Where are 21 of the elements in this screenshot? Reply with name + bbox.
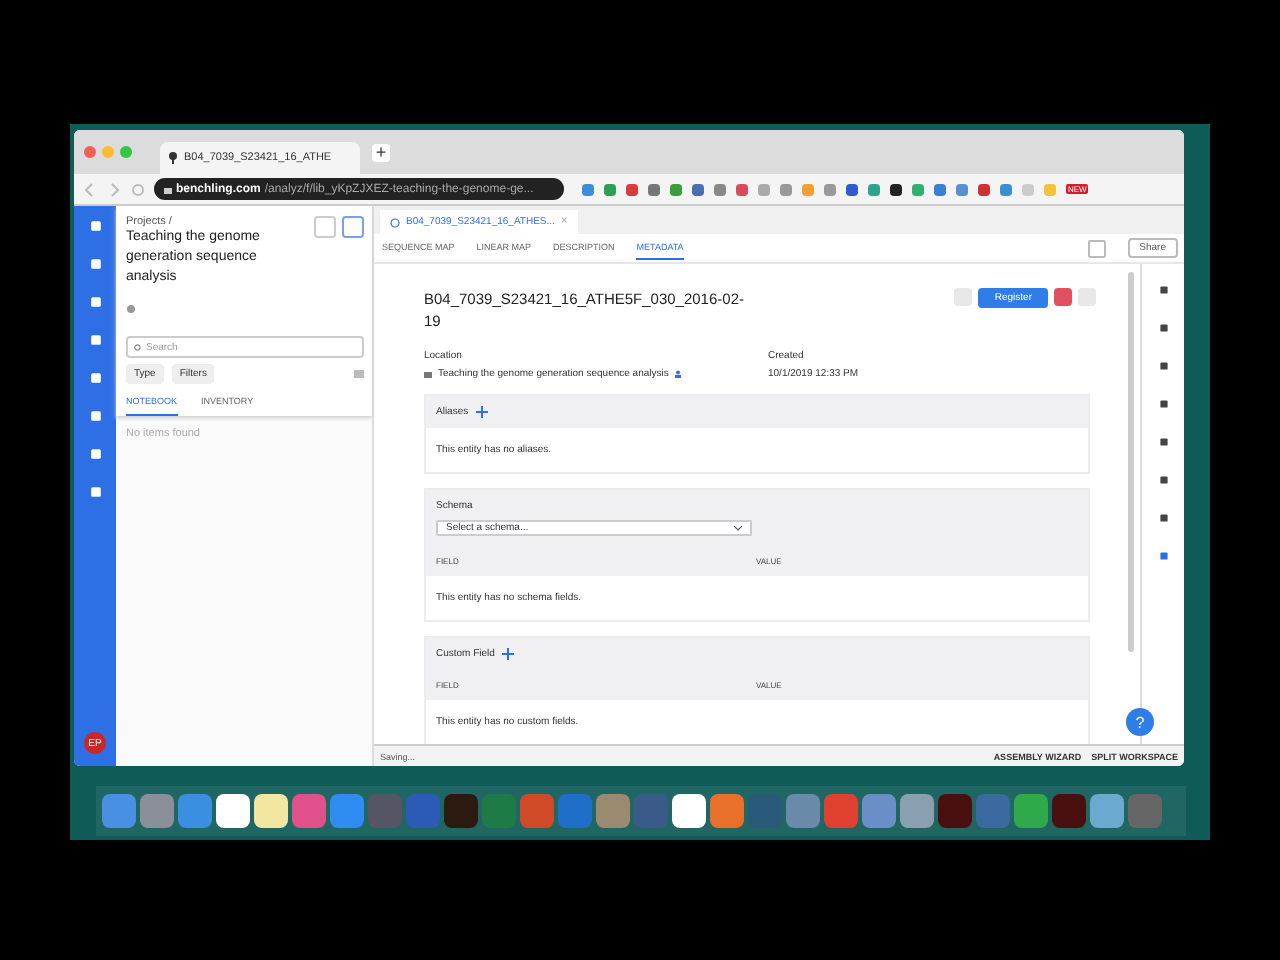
- folder-icon: [424, 371, 432, 377]
- lock-icon: [164, 184, 172, 194]
- help-button[interactable]: ?: [1126, 708, 1154, 736]
- app-icon[interactable]: [254, 794, 288, 828]
- back-icon[interactable]: [82, 181, 98, 197]
- app-icon[interactable]: [1090, 794, 1124, 828]
- reload-icon[interactable]: [130, 181, 146, 197]
- app-icon[interactable]: [444, 794, 478, 828]
- site-icon: [168, 152, 178, 164]
- close-icon[interactable]: [84, 146, 96, 158]
- maximize-icon[interactable]: [120, 146, 132, 158]
- delete-icon[interactable]: [1054, 288, 1072, 306]
- chevron-icon: [734, 525, 742, 531]
- new-tab-button[interactable]: +: [372, 143, 390, 161]
- scrollbar[interactable]: [1128, 272, 1134, 652]
- person-icon: [674, 370, 683, 378]
- sequence-icon: [390, 217, 400, 227]
- forward-icon[interactable]: [106, 181, 122, 197]
- add-button[interactable]: [342, 216, 364, 238]
- app-icon[interactable]: [672, 794, 706, 828]
- app-icon[interactable]: [216, 794, 250, 828]
